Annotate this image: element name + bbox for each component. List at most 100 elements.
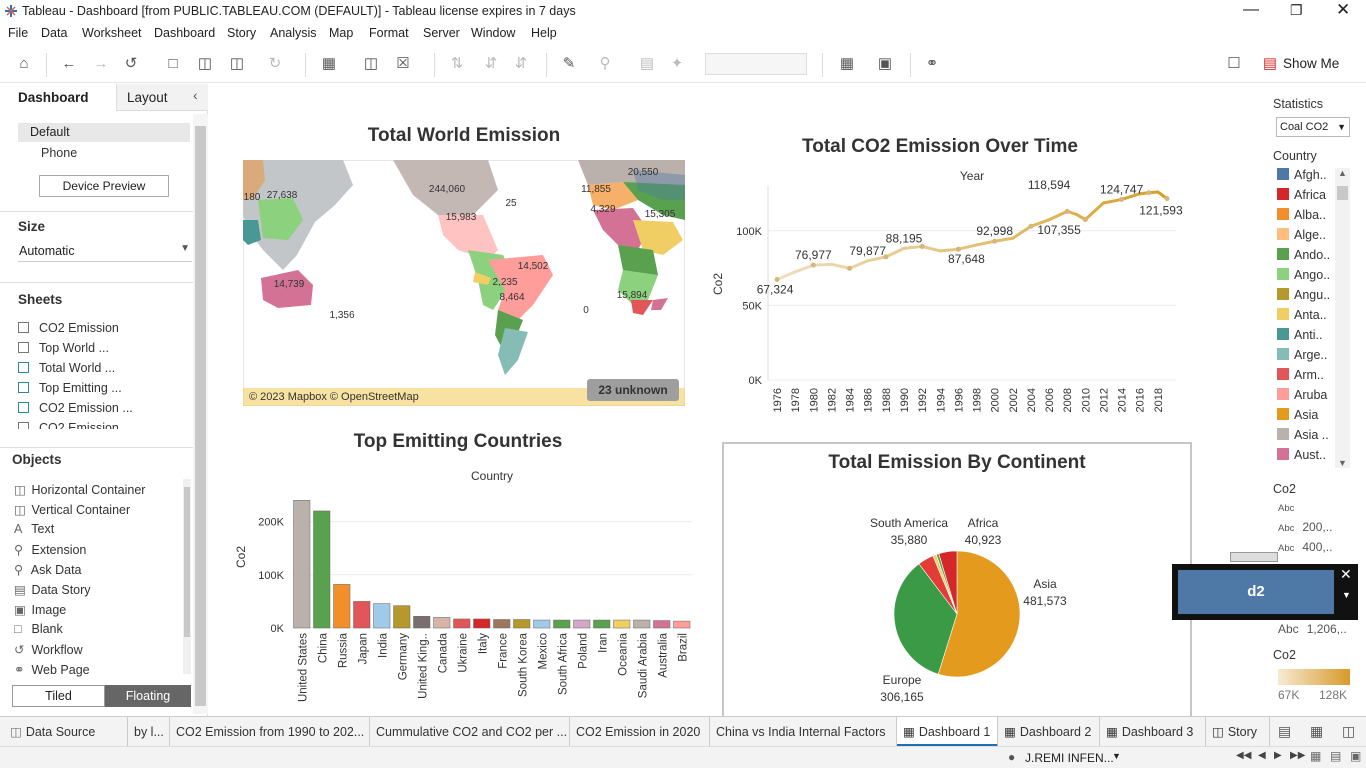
object-data-story[interactable]: ▤ Data Story bbox=[14, 582, 91, 597]
menu-data[interactable]: Data bbox=[41, 26, 67, 40]
object-workflow[interactable]: ↺ Workflow bbox=[14, 642, 83, 657]
menu-server[interactable]: Server bbox=[423, 26, 460, 40]
tab-story[interactable]: ◫ Story bbox=[1206, 717, 1270, 747]
sheet-item[interactable]: Total World ... bbox=[18, 361, 115, 375]
user-name[interactable]: J.REMI INFEN... bbox=[1025, 751, 1114, 765]
label-icon[interactable]: ▤ bbox=[638, 55, 656, 73]
tiled-button[interactable]: Tiled bbox=[12, 685, 105, 707]
pie-chart[interactable]: South America 35,880 Africa 40,923 Asia 481,5… bbox=[724, 480, 1190, 714]
minimize-button[interactable]: — bbox=[1243, 1, 1259, 19]
legend-item[interactable]: Arm.. bbox=[1277, 368, 1324, 382]
device-default[interactable]: Default bbox=[18, 123, 190, 142]
legend-item[interactable]: Anta.. bbox=[1277, 308, 1327, 322]
object-text[interactable]: A Text bbox=[14, 522, 54, 536]
object-image[interactable]: ▣ Image bbox=[14, 602, 66, 617]
home-icon[interactable]: ⌂ bbox=[15, 55, 33, 73]
highlight-icon[interactable]: ✎ bbox=[560, 55, 578, 73]
object-web-page[interactable]: ⚭ Web Page bbox=[14, 662, 90, 677]
presentation-icon[interactable]: ▣ bbox=[876, 55, 894, 73]
swap-icon[interactable]: ⇅ bbox=[448, 55, 466, 73]
menu-file[interactable]: File bbox=[8, 26, 28, 40]
format-painter-icon[interactable]: ☐ bbox=[1225, 55, 1243, 73]
share-icon[interactable]: ⚭ bbox=[923, 55, 941, 73]
legend-item[interactable]: Africa bbox=[1277, 188, 1326, 202]
new-story-icon[interactable]: ◫ bbox=[1342, 723, 1355, 740]
prev-page-icon[interactable]: ◀ bbox=[1258, 750, 1266, 761]
undo-icon[interactable]: ← bbox=[60, 55, 78, 73]
collapse-icon[interactable]: ‹ bbox=[193, 87, 198, 103]
line-chart[interactable]: Year Co2 0K 50K 100K 1976 1978 1980 1982 1984 1986… bbox=[710, 166, 1190, 428]
object-horizontal-container[interactable]: ◫ Horizontal Container bbox=[14, 482, 145, 497]
floating-object-d2[interactable]: d2 ✕ ▼ bbox=[1172, 564, 1358, 620]
sort-asc-icon[interactable]: ⇵ bbox=[482, 55, 500, 73]
legend-item[interactable]: Ango.. bbox=[1277, 268, 1330, 282]
tab-layout[interactable]: Layout ‹ bbox=[116, 84, 208, 111]
clear-sheet-icon[interactable]: ☒ bbox=[394, 55, 412, 73]
chevron-down-icon[interactable]: ▼ bbox=[1342, 590, 1351, 600]
bar-chart[interactable]: Country Co2 0K 100K 200K United States China Ru… bbox=[230, 465, 700, 713]
tab-sheet[interactable]: by l... bbox=[128, 717, 170, 747]
sheet-item[interactable]: CO2 Emission ... bbox=[18, 401, 133, 415]
first-page-icon[interactable]: ◀◀ bbox=[1236, 750, 1251, 761]
left-pane-scrollbar[interactable] bbox=[193, 114, 208, 714]
device-phone[interactable]: Phone bbox=[41, 146, 77, 160]
legend-item[interactable]: Ando.. bbox=[1277, 248, 1330, 262]
object-vertical-container[interactable]: ◫ Vertical Container bbox=[14, 502, 130, 517]
menu-map[interactable]: Map bbox=[329, 26, 353, 40]
grid-view-icon[interactable]: ▦ bbox=[1310, 749, 1321, 763]
menu-analysis[interactable]: Analysis bbox=[270, 26, 317, 40]
menu-window[interactable]: Window bbox=[471, 26, 515, 40]
menu-help[interactable]: Help bbox=[531, 26, 557, 40]
replay-icon[interactable]: ↺ bbox=[122, 55, 140, 73]
close-window-button[interactable]: ✕ bbox=[1336, 0, 1350, 20]
fit-select[interactable] bbox=[705, 53, 807, 75]
statistics-select[interactable]: Coal CO2 ▼ bbox=[1276, 117, 1350, 137]
new-worksheet-icon[interactable]: ▤ bbox=[1278, 723, 1291, 740]
tab-dashboard[interactable]: Dashboard bbox=[0, 84, 116, 111]
menu-format[interactable]: Format bbox=[369, 26, 409, 40]
new-dashboard-icon[interactable]: ▦ bbox=[1310, 723, 1323, 740]
duplicate-icon[interactable]: ◫ bbox=[362, 55, 380, 73]
tab-sheet[interactable]: CO2 Emission from 1990 to 202... bbox=[170, 717, 370, 747]
tab-sheet[interactable]: Cummulative CO2 and CO2 per ... bbox=[370, 717, 570, 747]
legend-item[interactable]: Arge.. bbox=[1277, 348, 1327, 362]
sheet-item[interactable]: CO2 Emission bbox=[18, 321, 119, 335]
legend-scrollbar[interactable]: ▲ ▼ bbox=[1335, 168, 1350, 468]
object-blank[interactable]: □ Blank bbox=[14, 622, 63, 636]
close-icon[interactable]: ✕ bbox=[1340, 566, 1352, 583]
menu-story[interactable]: Story bbox=[227, 26, 256, 40]
objects-scrollbar[interactable] bbox=[183, 479, 191, 674]
restore-button[interactable]: ❐ bbox=[1290, 2, 1303, 19]
last-page-icon[interactable]: ▶▶ bbox=[1290, 750, 1305, 761]
device-preview-button[interactable]: Device Preview bbox=[39, 175, 169, 197]
sheet-item[interactable]: CO2 Emission bbox=[18, 421, 119, 429]
tab-sheet[interactable]: China vs India Internal Factors bbox=[710, 717, 897, 747]
cards-icon[interactable]: ▦ bbox=[838, 55, 856, 73]
redo-icon[interactable]: → bbox=[92, 55, 110, 73]
sort-desc-icon[interactable]: ⇵ bbox=[512, 55, 530, 73]
object-ask-data[interactable]: ⚲ Ask Data bbox=[14, 562, 82, 577]
menu-worksheet[interactable]: Worksheet bbox=[82, 26, 142, 40]
save-icon[interactable]: □ bbox=[164, 55, 182, 73]
tab-dashboard-3[interactable]: ▦ Dashboard 3 bbox=[1100, 717, 1206, 747]
menu-dashboard[interactable]: Dashboard bbox=[154, 26, 215, 40]
object-extension[interactable]: ⚲ Extension bbox=[14, 542, 86, 557]
pause-updates-icon[interactable]: ◫ bbox=[228, 55, 246, 73]
pin-icon[interactable]: ✦ bbox=[668, 55, 686, 73]
floating-button[interactable]: Floating bbox=[105, 685, 191, 707]
legend-item[interactable]: Alge.. bbox=[1277, 228, 1326, 242]
show-me-button[interactable]: Show Me bbox=[1283, 56, 1339, 71]
tab-sheet[interactable]: CO2 Emission in 2020 bbox=[570, 717, 710, 747]
tab-data-source[interactable]: ◫ Data Source bbox=[0, 717, 128, 747]
tab-dashboard-1[interactable]: ▦ Dashboard 1 bbox=[897, 717, 998, 747]
legend-item[interactable]: Anti.. bbox=[1277, 328, 1323, 342]
sheet-item[interactable]: Top Emitting ... bbox=[18, 381, 122, 395]
legend-item[interactable]: Aruba bbox=[1277, 388, 1327, 402]
world-map[interactable]: 244,060 14,739 14,502 15,983 8,464 2,235 15,89… bbox=[243, 160, 685, 406]
new-datasource-icon[interactable]: ◫ bbox=[196, 55, 214, 73]
drag-handle[interactable] bbox=[1230, 552, 1278, 562]
list-view-icon[interactable]: ▤ bbox=[1330, 749, 1341, 763]
legend-item[interactable]: Asia bbox=[1277, 408, 1318, 422]
new-worksheet-icon[interactable]: ▦ bbox=[320, 55, 338, 73]
size-select[interactable]: Automatic ▼ bbox=[18, 242, 192, 262]
